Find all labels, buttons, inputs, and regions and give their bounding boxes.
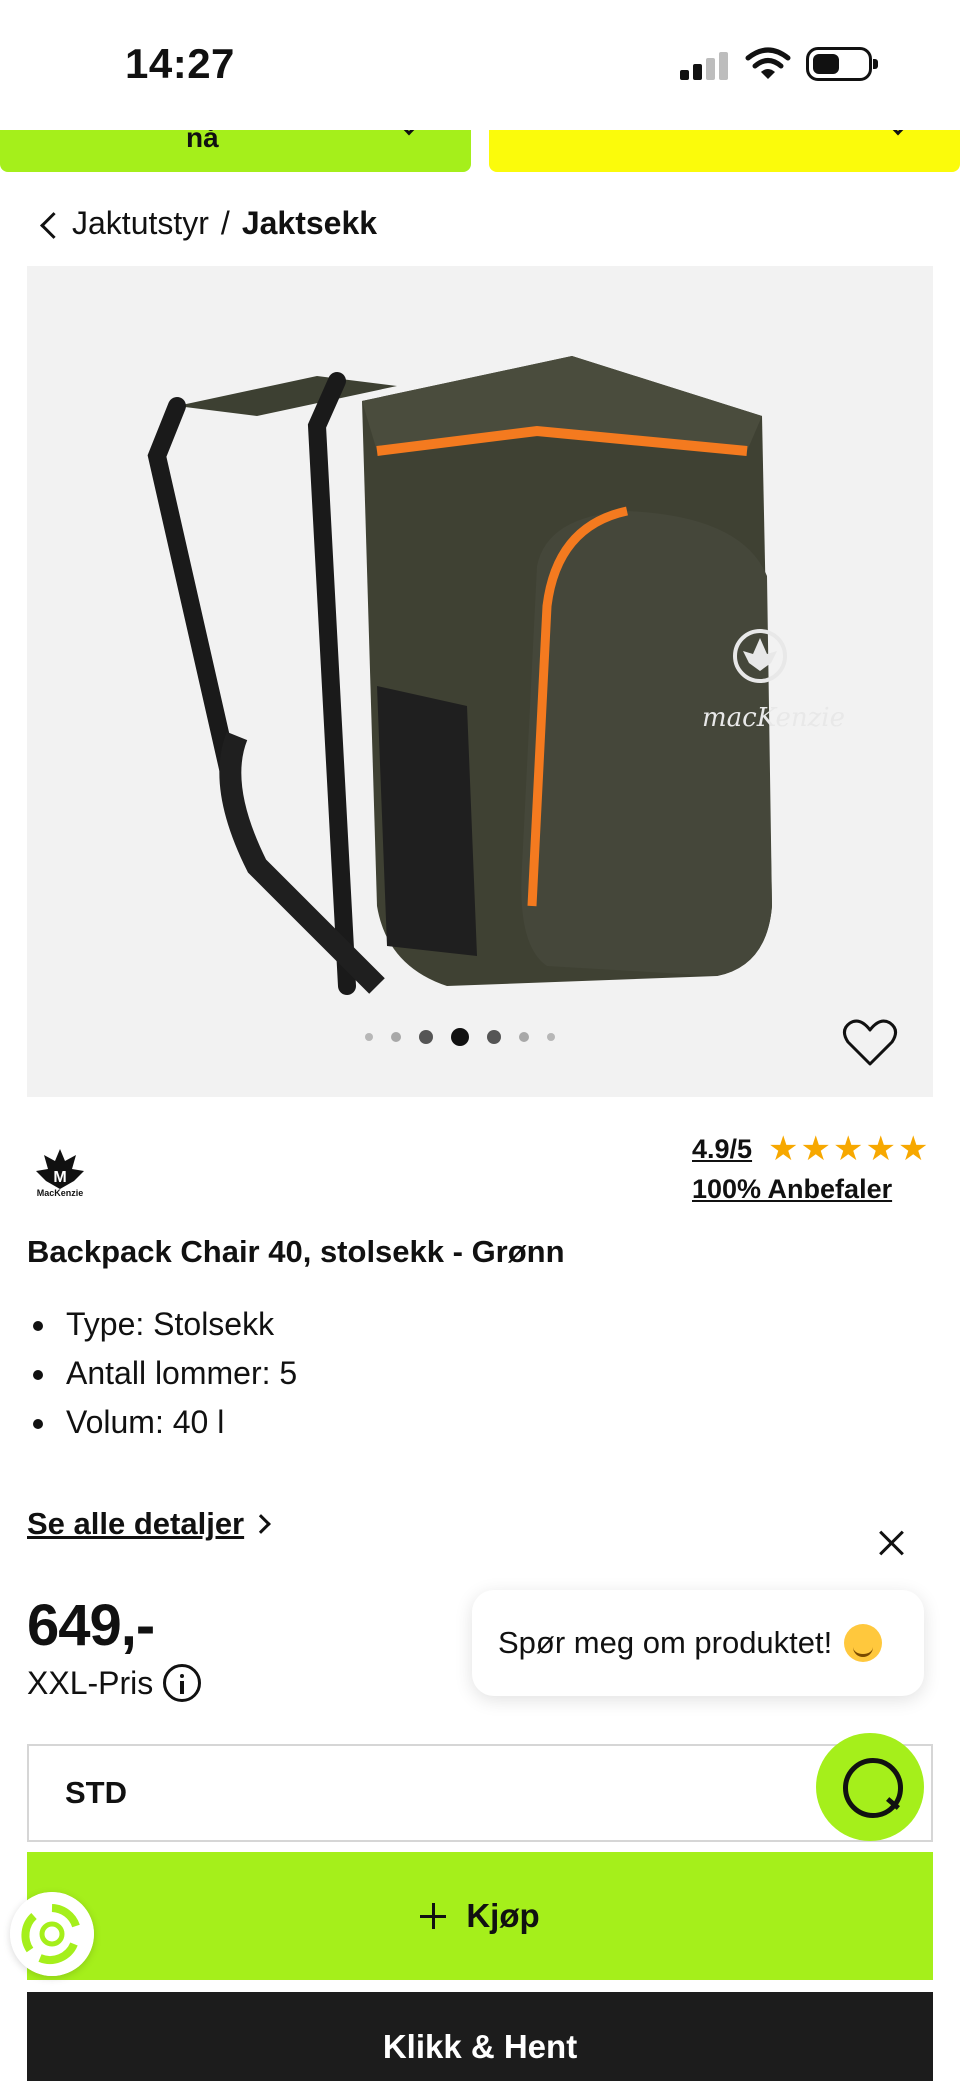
star-icon: ★ (768, 1130, 799, 1168)
brand-print: macKenzie (702, 703, 845, 733)
status-bar: 14:27 (0, 0, 960, 130)
collect-button-label: Klikk & Hent (382, 2027, 578, 2065)
recycle-badge-icon[interactable] (10, 1892, 94, 1976)
product-image-gallery[interactable]: macKenzie (27, 266, 933, 1097)
backpack-chair-image: macKenzie (147, 356, 845, 995)
product-title: Backpack Chair 40, stolsekk - Grønn (27, 1234, 565, 1269)
gallery-dot[interactable] (547, 1033, 555, 1041)
plus-icon (420, 1903, 447, 1929)
buy-button[interactable]: Kjøp (27, 1852, 933, 1980)
brand-name: MacKenzie (36, 1188, 84, 1198)
size-selected-value: STD (65, 1775, 127, 1810)
price-label-text: XXL-Pris (27, 1664, 154, 1701)
star-icon: ★ (865, 1130, 896, 1168)
size-select[interactable]: STD (27, 1744, 933, 1842)
gallery-dot[interactable] (391, 1032, 401, 1042)
click-and-collect-button[interactable]: Klikk & Hent (27, 1992, 933, 2081)
breadcrumb-current: Jaktsekk (241, 204, 378, 241)
rating-stars: ★ ★ ★ ★ ★ (768, 1132, 928, 1166)
star-icon: ★ (897, 1130, 929, 1168)
breadcrumb: Jaktutstyr / Jaktsekk (36, 200, 377, 246)
star-icon: ★ (800, 1130, 831, 1168)
rating-score[interactable]: 4.9/5 (692, 1134, 752, 1165)
wifi-icon (745, 47, 791, 79)
gallery-dots[interactable] (27, 1028, 933, 1046)
breadcrumb-parent[interactable]: Jaktutstyr (72, 205, 209, 242)
buy-button-label: Kjøp (466, 1897, 540, 1934)
chat-button[interactable] (816, 1733, 924, 1841)
feature-item: Type: Stolsekk (32, 1300, 297, 1349)
favorite-heart-icon[interactable] (842, 1018, 898, 1068)
details-link-label: Se alle detaljer (27, 1506, 245, 1541)
star-icon: ★ (832, 1130, 864, 1168)
status-time: 14:27 (125, 40, 235, 87)
close-icon[interactable] (872, 1524, 912, 1564)
price: 649,- (27, 1593, 155, 1658)
smile-emoji-icon (844, 1624, 883, 1662)
gallery-dot[interactable] (419, 1030, 433, 1044)
svg-text:M: M (53, 1169, 66, 1186)
chevron-right-icon (251, 1514, 272, 1534)
chat-prompt-bubble[interactable]: Spør meg om produktet! (472, 1590, 924, 1696)
promo-banner-yellow[interactable] (489, 130, 960, 172)
gallery-dot[interactable] (519, 1032, 529, 1042)
chevron-down-icon (886, 130, 910, 136)
info-icon[interactable] (163, 1664, 202, 1702)
see-all-details-link[interactable]: Se alle detaljer (27, 1506, 272, 1542)
chevron-down-icon (397, 130, 421, 136)
promo-banner-green[interactable]: nå (0, 130, 471, 172)
gallery-dot[interactable] (487, 1030, 501, 1044)
back-chevron-icon[interactable] (36, 203, 66, 243)
breadcrumb-separator: / (220, 204, 230, 241)
chat-prompt-text: Spør meg om produktet! (498, 1625, 833, 1660)
feature-list: Type: Stolsekk Antall lommer: 5 Volum: 4… (32, 1300, 297, 1447)
battery-icon (806, 47, 878, 81)
price-label: XXL-Pris (27, 1664, 202, 1702)
promo-green-text: nå (186, 130, 219, 153)
gallery-dot-active[interactable] (451, 1028, 469, 1046)
recommend-rate[interactable]: 100% Anbefaler (692, 1174, 892, 1205)
gallery-dot[interactable] (365, 1033, 373, 1041)
feature-item: Antall lommer: 5 (32, 1349, 297, 1398)
cellular-signal-icon (680, 50, 730, 80)
feature-item: Volum: 40 l (32, 1398, 297, 1447)
